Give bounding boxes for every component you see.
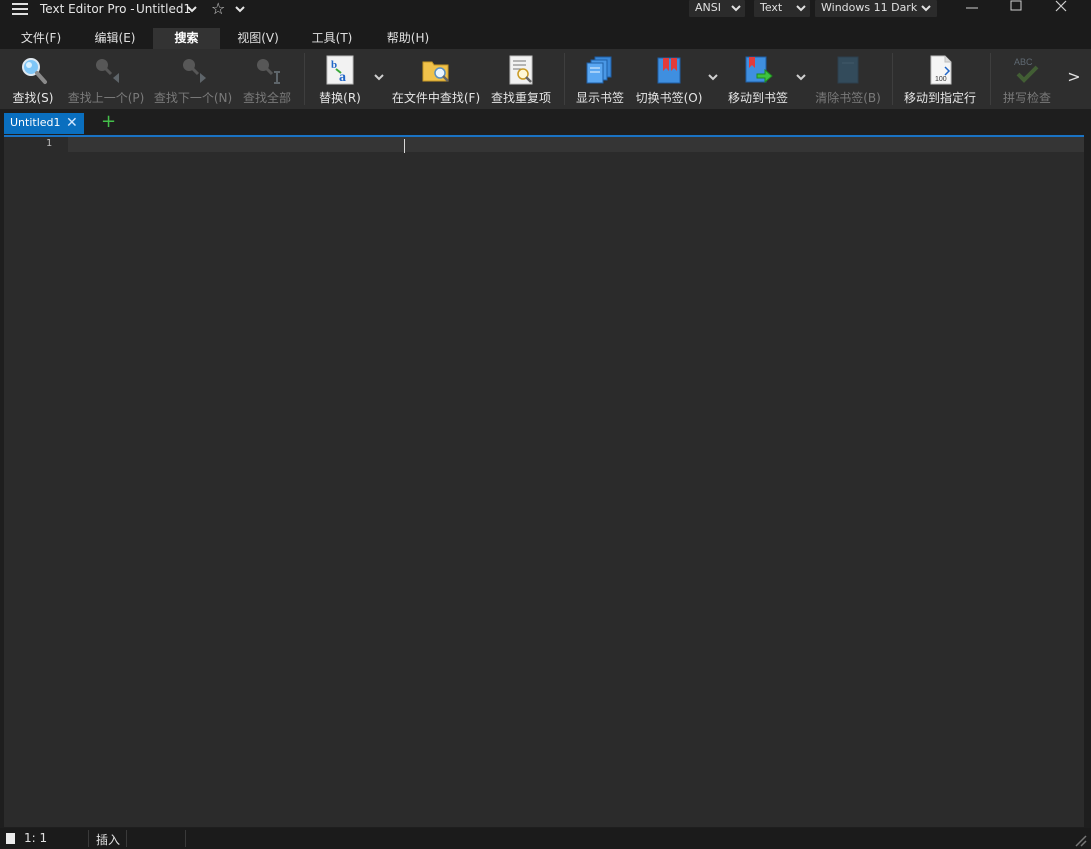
search-label: 查找(S)	[12, 91, 54, 105]
encoding-label: ANSI	[695, 1, 721, 14]
maximize-icon[interactable]	[996, 0, 1036, 16]
search-button[interactable]: 查找(S)	[6, 49, 60, 109]
svg-text:100: 100	[935, 76, 947, 83]
document-title: Untitled1	[136, 2, 192, 16]
title-separator: -	[130, 2, 135, 16]
document-tab-bar: Untitled1 ✕ +	[0, 110, 1091, 134]
app-title: Text Editor Pro -	[40, 0, 135, 20]
status-divider	[88, 830, 89, 847]
encoding-selector[interactable]: ANSI	[689, 0, 745, 17]
ribbon-separator	[564, 53, 565, 105]
find-duplicates-icon	[509, 55, 533, 85]
line-number-gutter: 1	[4, 137, 68, 827]
ribbon-scroll-right-chevron-icon[interactable]: >	[1064, 63, 1084, 91]
clear-bookmarks-icon	[837, 56, 859, 84]
svg-text:ABC: ABC	[1014, 57, 1033, 67]
status-divider	[185, 830, 186, 847]
find-previous-label: 查找上一个(P)	[67, 91, 145, 105]
app-name: Text Editor Pro	[40, 2, 127, 16]
tab-file[interactable]: 文件(F)	[6, 28, 76, 49]
close-window-icon[interactable]	[1041, 0, 1081, 16]
find-duplicates-button[interactable]: 查找重复项	[488, 49, 554, 109]
theme-selector[interactable]: Windows 11 Dark	[815, 0, 937, 17]
spell-check-label: 拼写检查	[1002, 91, 1051, 105]
toggle-bookmark-label: 切换书签(O)	[635, 91, 703, 105]
title-bar: Text Editor Pro - Untitled1 ☆ ANSI Text …	[0, 0, 1091, 28]
document-icon	[6, 833, 15, 844]
show-bookmarks-button[interactable]: 显示书签	[572, 49, 628, 109]
text-caret	[404, 139, 405, 153]
replace-icon: b a	[326, 55, 354, 85]
document-tab[interactable]: Untitled1 ✕	[4, 113, 84, 134]
ribbon-separator	[990, 53, 991, 105]
minimize-icon[interactable]	[952, 0, 992, 16]
cursor-position: 1: 1	[24, 831, 48, 845]
clear-bookmarks-label: 清除书签(B)	[815, 91, 881, 105]
find-next-button[interactable]: 查找下一个(N)	[152, 49, 234, 109]
status-divider	[126, 830, 127, 847]
find-all-label: 查找全部	[242, 91, 291, 105]
resize-grip-icon[interactable]	[1073, 833, 1087, 847]
document-tab-label: Untitled1	[10, 116, 61, 129]
highlighter-chevron-icon	[796, 5, 806, 12]
clear-bookmarks-button[interactable]: 清除书签(B)	[814, 49, 882, 109]
menu-tab-bar: 文件(F) 编辑(E) 搜索 视图(V) 工具(T) 帮助(H)	[0, 28, 1091, 49]
replace-label: 替换(R)	[319, 91, 361, 105]
text-editor-area[interactable]: 1	[4, 135, 1084, 827]
goto-line-icon: 100	[930, 55, 952, 85]
line-number: 1	[45, 138, 52, 149]
tab-tools[interactable]: 工具(T)	[296, 28, 368, 49]
current-line-highlight	[4, 137, 1084, 152]
tab-edit[interactable]: 编辑(E)	[78, 28, 152, 49]
goto-bookmark-dropdown-chevron-icon[interactable]	[794, 69, 808, 85]
ribbon-separator	[304, 53, 305, 105]
find-previous-button[interactable]: 查找上一个(P)	[64, 49, 148, 109]
favorite-star-icon[interactable]: ☆	[211, 0, 225, 20]
favorites-dropdown-chevron-icon[interactable]	[234, 0, 246, 20]
goto-bookmark-icon	[745, 56, 773, 84]
find-in-files-label: 在文件中查找(F)	[391, 91, 481, 105]
toggle-bookmark-dropdown-chevron-icon[interactable]	[706, 69, 720, 85]
folder-search-icon	[422, 61, 449, 82]
find-all-icon	[257, 59, 280, 84]
hamburger-menu-icon[interactable]	[12, 0, 28, 20]
replace-button[interactable]: b a 替换(R)	[314, 49, 366, 109]
spell-check-icon: ABC	[1014, 57, 1039, 83]
replace-dropdown-chevron-icon[interactable]	[372, 69, 386, 85]
theme-chevron-icon	[921, 5, 931, 12]
goto-line-label: 移动到指定行	[903, 91, 976, 105]
find-in-files-button[interactable]: 在文件中查找(F)	[390, 49, 482, 109]
find-duplicates-label: 查找重复项	[490, 91, 551, 105]
highlighter-label: Text	[760, 1, 783, 14]
insert-mode-indicator[interactable]: 插入	[96, 831, 120, 848]
magnifier-icon	[22, 58, 47, 84]
show-bookmarks-label: 显示书签	[575, 91, 624, 105]
ribbon-separator	[892, 53, 893, 105]
toggle-bookmark-button[interactable]: 切换书签(O)	[634, 49, 704, 109]
find-next-label: 查找下一个(N)	[153, 91, 233, 105]
highlighter-selector[interactable]: Text	[754, 0, 810, 17]
goto-line-button[interactable]: 100 移动到指定行	[900, 49, 980, 109]
tab-help[interactable]: 帮助(H)	[370, 28, 446, 49]
theme-label: Windows 11 Dark	[821, 1, 918, 14]
tab-view[interactable]: 视图(V)	[222, 28, 294, 49]
find-previous-icon	[96, 59, 119, 83]
search-ribbon: 查找(S) 查找上一个(P) 查找下一个(N) 查找全部 b a 替换(R) 在…	[0, 49, 1091, 110]
status-bar: 1: 1 插入	[0, 828, 1091, 849]
document-dropdown-chevron-icon[interactable]	[186, 0, 198, 20]
tab-search[interactable]: 搜索	[153, 28, 220, 49]
close-tab-icon[interactable]: ✕	[66, 113, 78, 133]
find-all-button[interactable]: 查找全部	[238, 49, 296, 109]
find-next-icon	[183, 59, 206, 83]
add-tab-button[interactable]: +	[101, 113, 116, 131]
spell-check-button[interactable]: ABC 拼写检查	[998, 49, 1056, 109]
goto-bookmark-label: 移动到书签	[727, 91, 788, 105]
toggle-bookmark-icon	[657, 57, 681, 84]
goto-bookmark-button[interactable]: 移动到书签	[724, 49, 792, 109]
encoding-chevron-icon	[731, 5, 741, 12]
bookmarks-stack-icon	[586, 56, 612, 84]
